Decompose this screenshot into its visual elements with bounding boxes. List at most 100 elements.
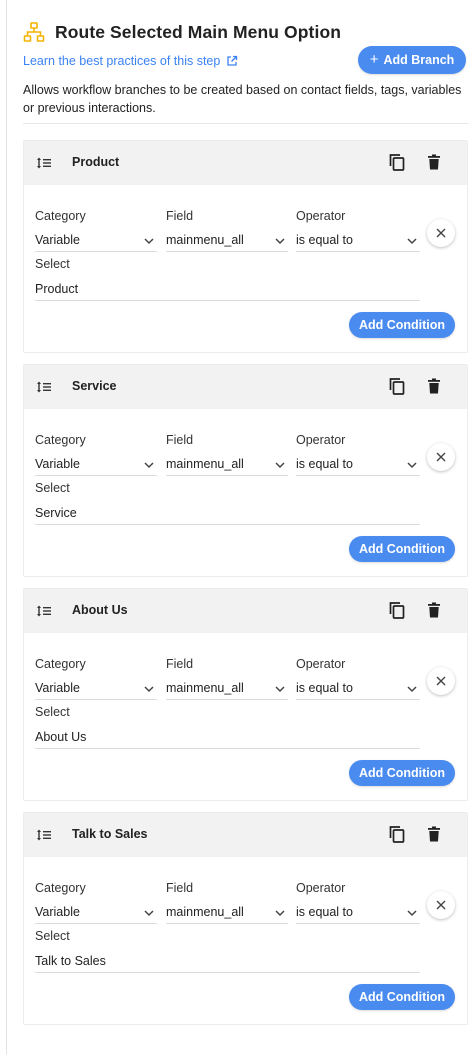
category-select[interactable]: Variable: [35, 230, 157, 252]
close-icon: [436, 900, 446, 910]
copy-icon[interactable]: [387, 600, 407, 620]
list-order-icon[interactable]: [36, 155, 52, 171]
add-condition-button[interactable]: Add Condition: [349, 312, 455, 338]
branch-card: Service Category Field Operator Variable…: [23, 364, 468, 577]
remove-condition-button[interactable]: [427, 891, 455, 919]
operator-label: Operator: [296, 881, 346, 895]
branch-name: Talk to Sales: [72, 827, 148, 841]
chevron-down-icon: [406, 459, 418, 471]
operator-value: is equal to: [296, 457, 353, 471]
category-label: Category: [35, 209, 86, 223]
category-select[interactable]: Variable: [35, 902, 157, 924]
select-label: Select: [35, 257, 70, 271]
workflow-tree-icon: [23, 21, 45, 43]
branch-name: About Us: [72, 603, 128, 617]
chevron-down-icon: [143, 907, 155, 919]
learn-best-practices-link[interactable]: Learn the best practices of this step: [23, 54, 238, 68]
operator-select[interactable]: is equal to: [296, 678, 420, 700]
chevron-down-icon: [143, 235, 155, 247]
chevron-down-icon: [406, 235, 418, 247]
select-label: Select: [35, 481, 70, 495]
branch-header: Product: [24, 141, 467, 185]
trash-icon[interactable]: [424, 600, 444, 620]
step-description: Allows workflow branches to be created b…: [23, 83, 462, 115]
chevron-down-icon: [274, 683, 286, 695]
branch-header: About Us: [24, 589, 467, 633]
add-branch-button[interactable]: + Add Branch: [358, 46, 466, 74]
select-label: Select: [35, 705, 70, 719]
operator-select[interactable]: is equal to: [296, 454, 420, 476]
copy-icon[interactable]: [387, 376, 407, 396]
chevron-down-icon: [274, 235, 286, 247]
operator-value: is equal to: [296, 681, 353, 695]
chevron-down-icon: [274, 459, 286, 471]
list-order-icon[interactable]: [36, 827, 52, 843]
panel-header: Route Selected Main Menu Option Learn th…: [23, 18, 466, 115]
chevron-down-icon: [406, 907, 418, 919]
field-value: mainmenu_all: [166, 233, 244, 247]
list-order-icon[interactable]: [36, 603, 52, 619]
operator-label: Operator: [296, 209, 346, 223]
page-title: Route Selected Main Menu Option: [55, 21, 342, 42]
add-condition-button[interactable]: Add Condition: [349, 760, 455, 786]
field-value: mainmenu_all: [166, 457, 244, 471]
trash-icon[interactable]: [424, 376, 444, 396]
add-branch-label: Add Branch: [383, 53, 455, 67]
close-icon: [436, 676, 446, 686]
select-value-input[interactable]: About Us: [35, 727, 420, 749]
select-value: About Us: [35, 730, 87, 744]
operator-select[interactable]: is equal to: [296, 230, 420, 252]
field-select[interactable]: mainmenu_all: [166, 902, 288, 924]
list-order-icon[interactable]: [36, 379, 52, 395]
branch-header: Talk to Sales: [24, 813, 467, 857]
field-value: mainmenu_all: [166, 905, 244, 919]
select-value: Product: [35, 282, 79, 296]
learn-link-label: Learn the best practices of this step: [23, 54, 221, 68]
remove-condition-button[interactable]: [427, 443, 455, 471]
field-label: Field: [166, 881, 194, 895]
field-label: Field: [166, 209, 194, 223]
trash-icon[interactable]: [424, 152, 444, 172]
remove-condition-button[interactable]: [427, 219, 455, 247]
category-select[interactable]: Variable: [35, 454, 157, 476]
operator-label: Operator: [296, 657, 346, 671]
select-label: Select: [35, 929, 70, 943]
chevron-down-icon: [143, 459, 155, 471]
chevron-down-icon: [406, 683, 418, 695]
operator-value: is equal to: [296, 905, 353, 919]
plus-icon: +: [369, 51, 379, 68]
field-select[interactable]: mainmenu_all: [166, 454, 288, 476]
branch-card: Product Category Field Operator Variable…: [23, 140, 468, 353]
external-link-icon: [226, 55, 238, 67]
add-condition-button[interactable]: Add Condition: [349, 536, 455, 562]
remove-condition-button[interactable]: [427, 667, 455, 695]
copy-icon[interactable]: [387, 824, 407, 844]
add-condition-button[interactable]: Add Condition: [349, 984, 455, 1010]
route-step-panel: Route Selected Main Menu Option Learn th…: [7, 0, 474, 1054]
operator-value: is equal to: [296, 233, 353, 247]
select-value: Talk to Sales: [35, 954, 106, 968]
select-value-input[interactable]: Talk to Sales: [35, 951, 420, 973]
branch-card: Talk to Sales Category Field Operator Va…: [23, 812, 468, 1025]
category-select[interactable]: Variable: [35, 678, 157, 700]
close-icon: [436, 228, 446, 238]
select-value-input[interactable]: Service: [35, 503, 420, 525]
copy-icon[interactable]: [387, 152, 407, 172]
field-select[interactable]: mainmenu_all: [166, 230, 288, 252]
category-label: Category: [35, 433, 86, 447]
trash-icon[interactable]: [424, 824, 444, 844]
select-value-input[interactable]: Product: [35, 279, 420, 301]
select-value: Service: [35, 506, 77, 520]
operator-select[interactable]: is equal to: [296, 902, 420, 924]
category-label: Category: [35, 657, 86, 671]
title-row: Route Selected Main Menu Option: [23, 18, 463, 46]
branch-header: Service: [24, 365, 467, 409]
category-value: Variable: [35, 681, 80, 695]
field-select[interactable]: mainmenu_all: [166, 678, 288, 700]
close-icon: [436, 452, 446, 462]
field-label: Field: [166, 657, 194, 671]
category-label: Category: [35, 881, 86, 895]
category-value: Variable: [35, 905, 80, 919]
header-divider: [23, 123, 468, 124]
category-value: Variable: [35, 233, 80, 247]
